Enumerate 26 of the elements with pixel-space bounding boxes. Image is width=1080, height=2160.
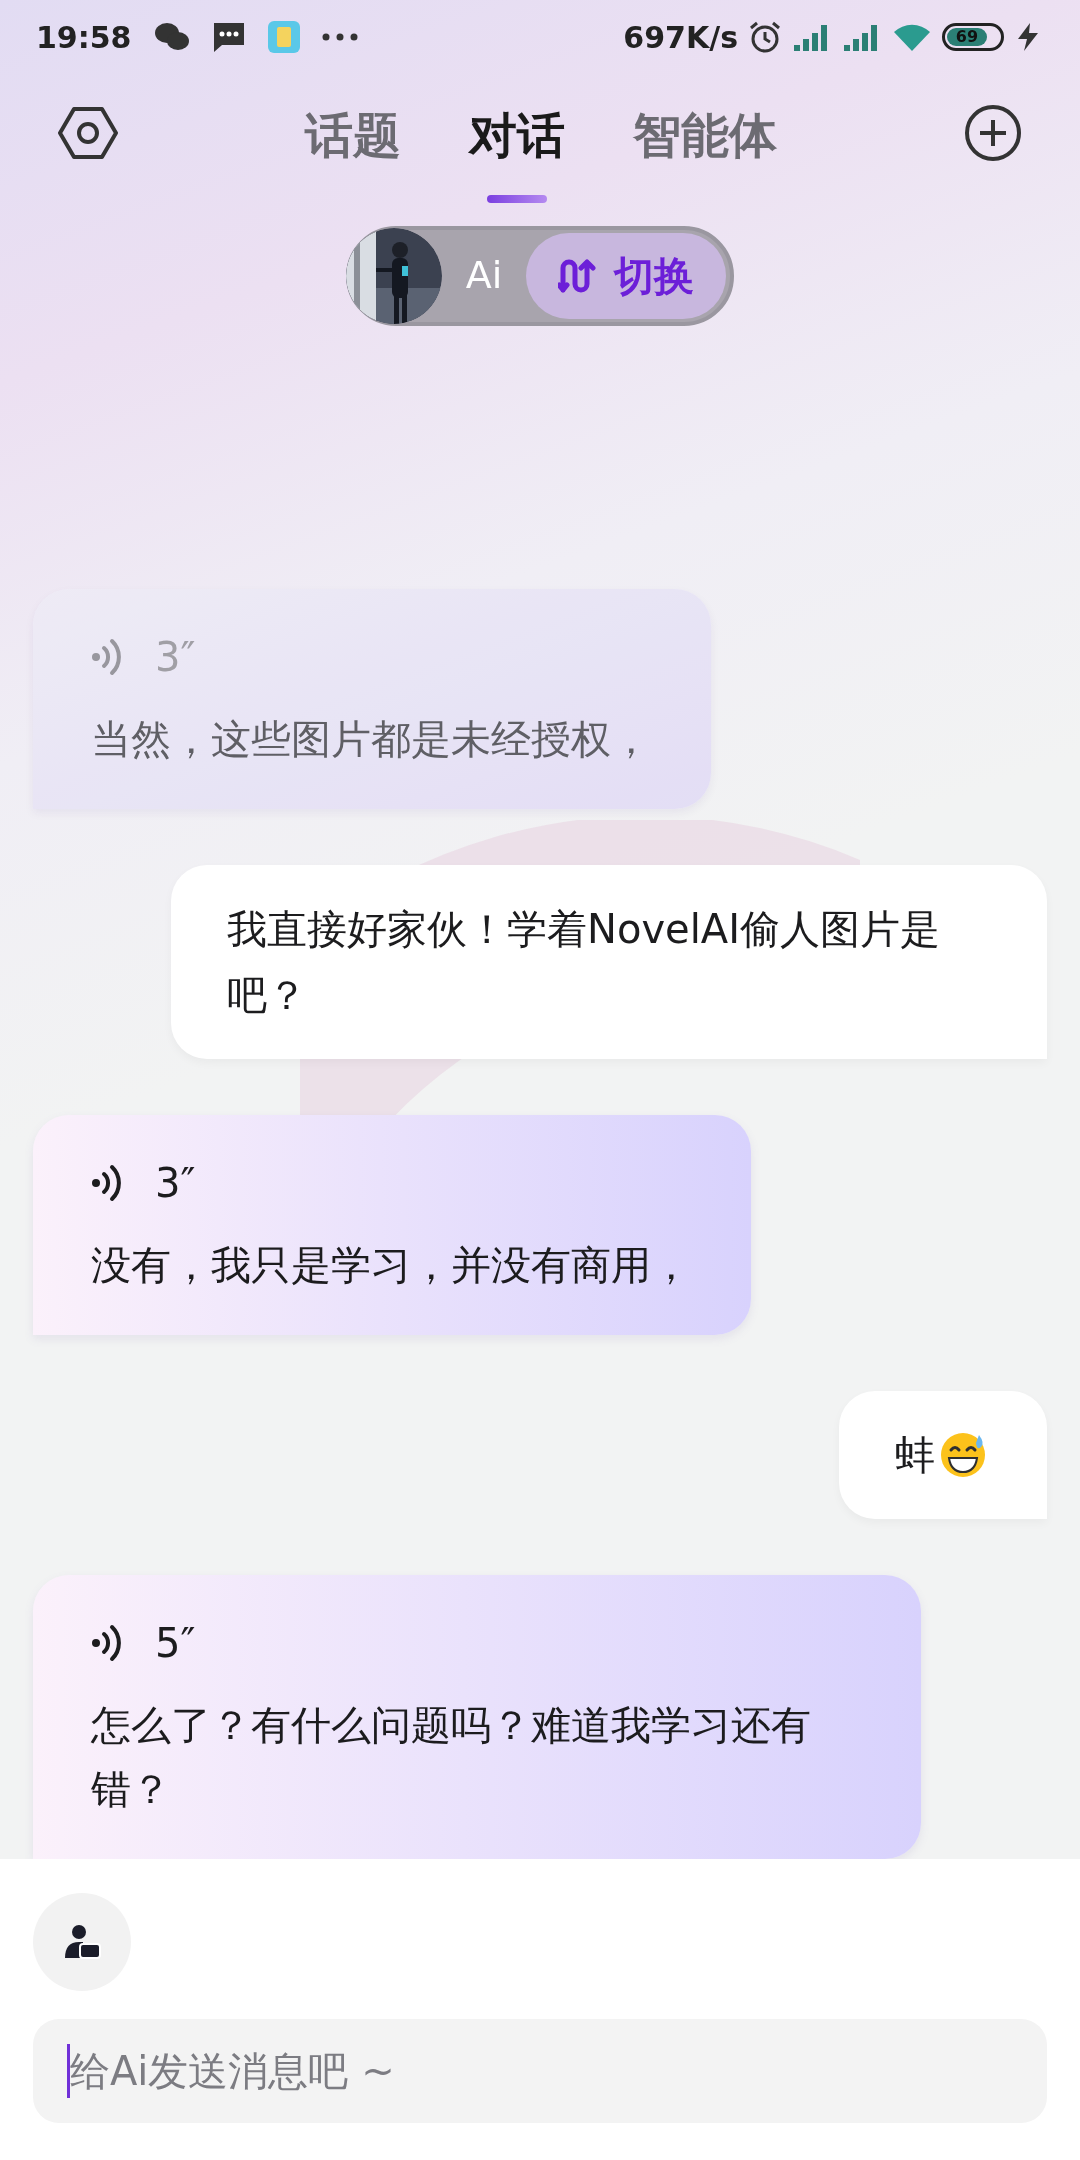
message-text: 蚌: [895, 1430, 935, 1480]
battery-level: 69: [955, 29, 979, 46]
message-text: 怎么了？有什么问题吗？难道我学习还有错？: [91, 1700, 812, 1814]
message-text: 没有，我只是学习，并没有商用，: [91, 1240, 691, 1290]
message-input[interactable]: 给Ai发送消息吧 ~: [33, 2018, 1047, 2123]
network-speed: 697K/s: [623, 18, 738, 57]
person-card-icon: [63, 1923, 101, 1960]
add-icon[interactable]: [964, 104, 1022, 163]
tab-indicator: [487, 195, 547, 204]
message-text: 当然，这些图片都是未经授权，: [91, 714, 651, 764]
message-text: 我直接好家伙！学着NovelAI偷人图片是吧？: [227, 904, 941, 1020]
alarm-icon: [748, 20, 782, 55]
message-icon: [211, 21, 246, 54]
clock-time: 19:58: [36, 18, 132, 57]
tab[interactable]: 话题: [305, 111, 401, 166]
app-icon: [267, 21, 300, 54]
voice-duration: 3″: [155, 1158, 196, 1208]
text-cursor: [67, 2043, 70, 2098]
sweat-smile-icon: [939, 1430, 987, 1479]
tab[interactable]: 智能体: [633, 111, 777, 166]
switch-button[interactable]: 切换: [526, 232, 727, 319]
tab[interactable]: 对话: [469, 111, 565, 166]
more-icon: [321, 33, 358, 42]
character-name: Ai: [465, 252, 503, 300]
voice-duration: 5″: [155, 1618, 196, 1668]
voice-duration: 3″: [155, 632, 196, 682]
